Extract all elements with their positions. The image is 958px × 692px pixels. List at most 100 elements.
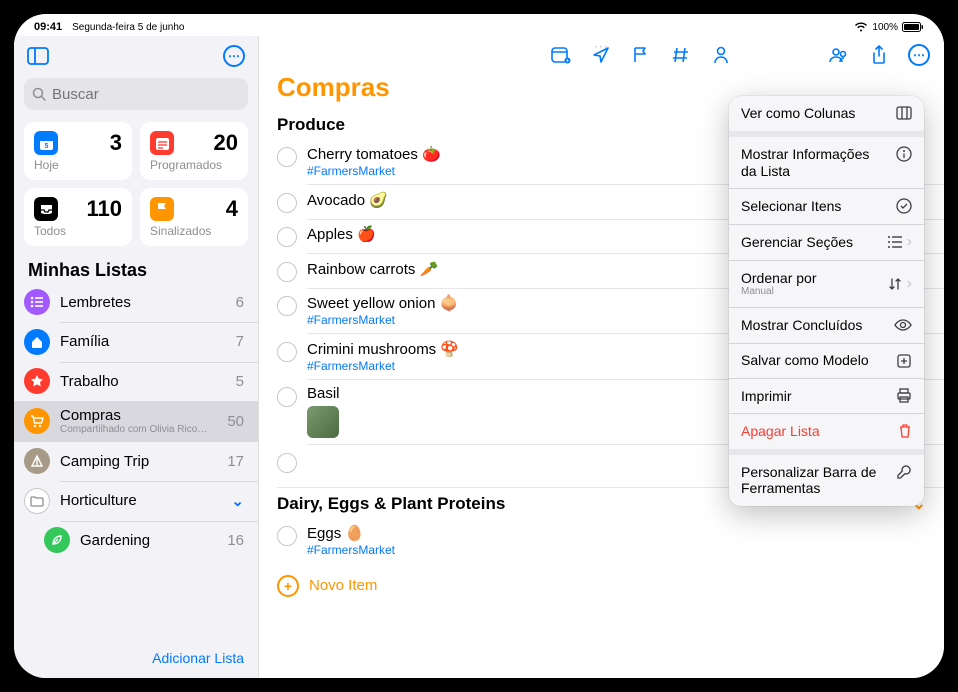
sort-icon: › <box>887 275 912 293</box>
sidebar-item-camping-trip[interactable]: Camping Trip 17 <box>14 442 258 481</box>
sidebar: ⋯ 5 3 Hoje 20 Pro <box>14 36 259 678</box>
sidebar-more-icon[interactable]: ⋯ <box>220 42 248 70</box>
sidebar-item-gardening[interactable]: Gardening 16 <box>14 521 258 560</box>
menu-item-personalizar-barra-de-ferramentas[interactable]: Personalizar Barra de Ferramentas <box>729 455 924 507</box>
smart-count: 3 <box>110 130 122 156</box>
menu-item-gerenciar-se-es[interactable]: Gerenciar Seções › <box>729 224 924 260</box>
menu-item-apagar-lista[interactable]: Apagar Lista <box>729 414 924 449</box>
tent-icon <box>24 448 50 474</box>
main-more-icon[interactable]: ⋯ <box>908 44 930 66</box>
reminder-item[interactable]: Eggs 🥚 #FarmersMarket <box>259 518 944 563</box>
search-icon <box>32 87 46 101</box>
smart-card-hoje[interactable]: 5 3 Hoje <box>24 122 132 180</box>
share-icon[interactable] <box>868 44 890 66</box>
search-field[interactable] <box>52 86 251 103</box>
list-title: Compras <box>60 407 217 424</box>
columns-icon <box>896 106 912 120</box>
folder-icon <box>24 488 50 514</box>
menu-item-salvar-como-modelo[interactable]: Salvar como Modelo <box>729 343 924 378</box>
smart-count: 110 <box>87 196 123 222</box>
menu-label: Salvar como Modelo <box>741 352 886 369</box>
smart-card-todos[interactable]: 110 Todos <box>24 188 132 246</box>
sections-icon: › <box>887 233 912 251</box>
checkbox-icon[interactable] <box>277 147 297 167</box>
calendar-icon[interactable]: + <box>550 44 572 66</box>
smart-card-programados[interactable]: 20 Programados <box>140 122 248 180</box>
search-input[interactable] <box>24 78 248 110</box>
smart-count: 20 <box>214 130 238 156</box>
list-count: 7 <box>236 333 244 350</box>
section-title: Dairy, Eggs & Plant Proteins <box>277 494 505 514</box>
wifi-icon <box>854 22 868 32</box>
menu-item-selecionar-itens[interactable]: Selecionar Itens <box>729 189 924 224</box>
collaborate-icon[interactable] <box>828 44 850 66</box>
battery-icon <box>902 22 924 32</box>
cart-icon <box>24 408 50 434</box>
flag-icon <box>150 197 174 221</box>
smart-label: Sinalizados <box>150 224 238 238</box>
sidebar-item-horticulture[interactable]: Horticulture ⌄ <box>14 482 258 521</box>
sidebar-item-trabalho[interactable]: Trabalho 5 <box>14 362 258 401</box>
drag-handle-icon[interactable]: ⋯ <box>594 38 609 55</box>
sidebar-item-família[interactable]: Família 7 <box>14 323 258 362</box>
list-title: Família <box>60 333 226 350</box>
item-thumbnail[interactable] <box>307 406 339 438</box>
svg-text:5: 5 <box>44 143 48 150</box>
template-icon <box>896 353 912 369</box>
list-count: 6 <box>236 294 244 311</box>
list-count: 16 <box>227 532 244 549</box>
list-subtitle: Compartilhado com Olivia Rico… <box>60 424 217 435</box>
new-item-button[interactable]: + Novo Item <box>259 563 944 607</box>
chevron-down-icon[interactable]: ⌄ <box>231 492 244 510</box>
more-menu-popover: Ver como Colunas Mostrar Informações da … <box>729 96 924 506</box>
list-title: Gardening <box>80 532 217 549</box>
house-icon <box>24 329 50 355</box>
person-icon[interactable] <box>710 44 732 66</box>
trash-icon <box>898 423 912 439</box>
checkbox-icon[interactable] <box>277 262 297 282</box>
menu-item-ver-como-colunas[interactable]: Ver como Colunas <box>729 96 924 131</box>
print-icon <box>896 388 912 404</box>
smart-label: Programados <box>150 158 238 172</box>
item-tag[interactable]: #FarmersMarket <box>307 543 926 557</box>
status-time: 09:41 <box>34 21 62 33</box>
smart-count: 4 <box>226 196 238 222</box>
hash-icon[interactable] <box>670 44 692 66</box>
menu-label: Mostrar Informações da Lista <box>741 146 886 180</box>
status-bar: 09:41 Segunda-feira 5 de junho 100% <box>14 14 944 36</box>
checkbox-icon[interactable] <box>277 193 297 213</box>
add-list-button[interactable]: Adicionar Lista <box>152 650 244 666</box>
checkbox-icon[interactable] <box>277 526 297 546</box>
sidebar-toggle-icon[interactable] <box>24 42 52 70</box>
star-icon <box>24 368 50 394</box>
list-icon <box>24 289 50 315</box>
checkbox-icon[interactable] <box>277 296 297 316</box>
checkbox-icon[interactable] <box>277 227 297 247</box>
sidebar-item-compras[interactable]: Compras Compartilhado com Olivia Rico… 5… <box>14 401 258 442</box>
list-count: 50 <box>227 413 244 430</box>
sidebar-item-lembretes[interactable]: Lembretes 6 <box>14 283 258 322</box>
smart-card-sinalizados[interactable]: 4 Sinalizados <box>140 188 248 246</box>
menu-item-mostrar-informa-es-da-lista[interactable]: Mostrar Informações da Lista <box>729 137 924 189</box>
menu-label: Selecionar Itens <box>741 198 886 215</box>
menu-label: Gerenciar Seções <box>741 234 877 251</box>
calendar-lines-icon <box>150 131 174 155</box>
list-title: Camping Trip <box>60 453 217 470</box>
menu-sublabel: Manual <box>741 286 877 298</box>
checkbox-icon[interactable] <box>277 453 297 473</box>
menu-item-ordenar-por[interactable]: Ordenar porManual › <box>729 261 924 308</box>
lists-header: Minhas Listas <box>14 254 258 283</box>
checkbox-icon[interactable] <box>277 342 297 362</box>
menu-item-mostrar-conclu-dos[interactable]: Mostrar Concluídos <box>729 308 924 343</box>
svg-text:+: + <box>566 59 569 65</box>
section-title: Produce <box>277 115 345 135</box>
info-icon <box>896 146 912 162</box>
list-title: Horticulture <box>60 492 215 509</box>
list-count: 5 <box>236 373 244 390</box>
checkbox-icon[interactable] <box>277 387 297 407</box>
menu-item-imprimir[interactable]: Imprimir <box>729 379 924 414</box>
menu-label: Ver como Colunas <box>741 105 886 122</box>
smart-label: Hoje <box>34 158 122 172</box>
flag-icon[interactable] <box>630 44 652 66</box>
main-content: ⋯ + <box>259 36 944 678</box>
